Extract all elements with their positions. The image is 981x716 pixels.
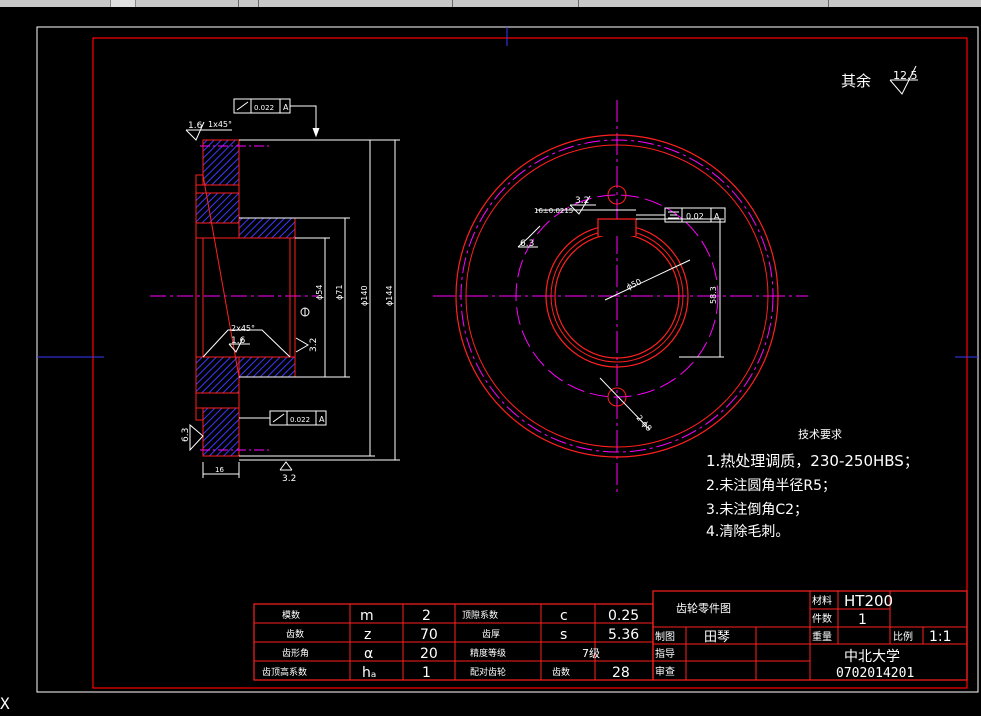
gear-section-view: ϕ54 ϕ71 ϕ140 ϕ144 0.022 A 1.6 1x45° 0.02…	[150, 98, 400, 484]
table-row-2: 齿数 z 70 齿厚 s 5.36	[286, 627, 639, 643]
svg-text:齿厚: 齿厚	[482, 629, 500, 640]
chamfer-top-text: 1x45°	[208, 120, 232, 129]
guide-label: 指导	[655, 647, 675, 660]
svg-text:1: 1	[422, 665, 431, 681]
dim-d54: ϕ54	[315, 285, 324, 300]
section-hatch-lower-rim	[202, 407, 240, 457]
school-name: 中北大学	[844, 649, 900, 665]
svg-text:hₐ: hₐ	[362, 665, 376, 681]
chamfer-bottom-text: 2x45°	[231, 324, 255, 333]
svg-text:70: 70	[420, 627, 438, 643]
surface-finish-note: 其余 12.5	[841, 65, 918, 95]
svg-text:齿数: 齿数	[286, 628, 304, 640]
width-dim: 16	[215, 466, 224, 474]
paper-frame	[36, 26, 979, 693]
drawn-value: 田琴	[704, 630, 730, 645]
part-name: 齿轮零件图	[676, 601, 731, 615]
rough-right-value: 3.2	[309, 338, 319, 352]
key-depth-dim: 58.3	[709, 286, 718, 304]
sym-tol-value: 0.02	[686, 212, 704, 221]
section-hatch-lower-web	[195, 356, 240, 394]
section-hatch-upper-hub	[238, 217, 296, 239]
scale-value: 1:1	[929, 629, 952, 645]
tech-req-item-2: 2.未注圆角半径R5；	[706, 478, 836, 494]
svg-text:z: z	[364, 627, 371, 643]
scale-label: 比例	[893, 630, 913, 643]
tol-bottom-value: 0.022	[290, 416, 310, 424]
svg-text:顶隙系数: 顶隙系数	[462, 609, 498, 621]
tolerance-frame-bottom: 0.022 A	[239, 410, 327, 426]
technical-requirements: 技术要求 1.热处理调质，230-250HBS； 2.未注圆角半径R5； 3.未…	[706, 428, 919, 540]
table-row-4: 齿顶高系数 hₐ 1 配对齿轮 齿数 28	[262, 665, 630, 681]
table-row-3: 齿形角 α 20 精度等级 7级	[282, 646, 600, 662]
section-hatch-upper-web	[195, 192, 240, 224]
tolerance-frame-top: 0.022 A	[233, 98, 320, 138]
svg-text:5.36: 5.36	[608, 627, 639, 643]
material-label: 材料	[812, 594, 832, 607]
tol-top-value: 0.022	[254, 104, 274, 112]
tech-req-item-3: 3.未注倒角C2；	[706, 502, 808, 518]
weight-label: 重量	[812, 630, 832, 643]
svg-text:m: m	[360, 608, 374, 624]
svg-text:模数: 模数	[282, 609, 300, 621]
dim-d144: ϕ144	[385, 285, 394, 306]
svg-text:配对齿轮: 配对齿轮	[470, 666, 506, 678]
rough-base-value: 3.2	[282, 474, 296, 484]
tol-top-datum: A	[283, 103, 289, 112]
svg-text:c: c	[560, 608, 568, 624]
svg-text:齿形角: 齿形角	[282, 647, 309, 659]
bore-dia-dim: ϕ50	[625, 277, 643, 292]
svg-text:精度等级: 精度等级	[470, 647, 506, 659]
title-block: 齿轮零件图 材料 HT200 件数 1 制图 田琴 重量 比例 1:1 指导 审…	[652, 590, 968, 681]
svg-text:齿顶高系数: 齿顶高系数	[262, 666, 307, 678]
tol-bottom-datum: A	[319, 415, 325, 424]
section-hatch-lower-hub	[238, 356, 296, 378]
qty-value: 1	[858, 612, 867, 628]
student-id: 0702014201	[836, 666, 914, 681]
gear-parameter-table: 模数 m 2 顶隙系数 c 0.25 齿数 z 70 齿厚 s 5.36 齿形角…	[253, 603, 654, 681]
material-value: HT200	[844, 592, 893, 610]
drawing-canvas[interactable]: 其余 12.5 ϕ54 ϕ71 ϕ140 ϕ144 0.022 A 1.6 1x…	[0, 0, 981, 716]
keyway	[597, 218, 637, 236]
tech-req-item-1: 1.热处理调质，230-250HBS；	[706, 452, 919, 470]
svg-text:20: 20	[420, 646, 438, 662]
ucs-axis-icon: X	[0, 694, 10, 713]
drawn-label: 制图	[655, 630, 675, 643]
tech-req-title: 技术要求	[798, 428, 842, 441]
surface-finish-note-text: 其余	[841, 72, 871, 90]
section-hatch-upper-rim	[202, 139, 240, 186]
review-label: 审查	[655, 665, 675, 678]
holes-dim: 2-ϕ8	[635, 413, 654, 433]
svg-text:28: 28	[612, 665, 630, 681]
svg-text:α: α	[364, 646, 373, 662]
table-row-1: 模数 m 2 顶隙系数 c 0.25	[282, 608, 639, 624]
dim-d71: ϕ71	[335, 285, 344, 300]
gear-front-view: 58.3 ϕ50 2-ϕ8 16±0.0215 3.2 6.3 0.02 A	[433, 100, 808, 492]
svg-text:0.25: 0.25	[608, 608, 639, 624]
svg-text:齿数: 齿数	[552, 666, 570, 678]
sym-datum: A	[714, 212, 720, 221]
svg-text:s: s	[560, 627, 567, 643]
svg-text:7级: 7级	[582, 647, 600, 660]
svg-text:2: 2	[422, 608, 431, 624]
symmetry-tolerance-frame: 0.02 A	[636, 207, 726, 223]
tech-req-item-4: 4.清除毛刺。	[706, 524, 789, 540]
dim-d140: ϕ140	[360, 285, 369, 306]
keyway-width-dim: 16±0.0215	[534, 207, 573, 215]
qty-label: 件数	[812, 612, 832, 625]
